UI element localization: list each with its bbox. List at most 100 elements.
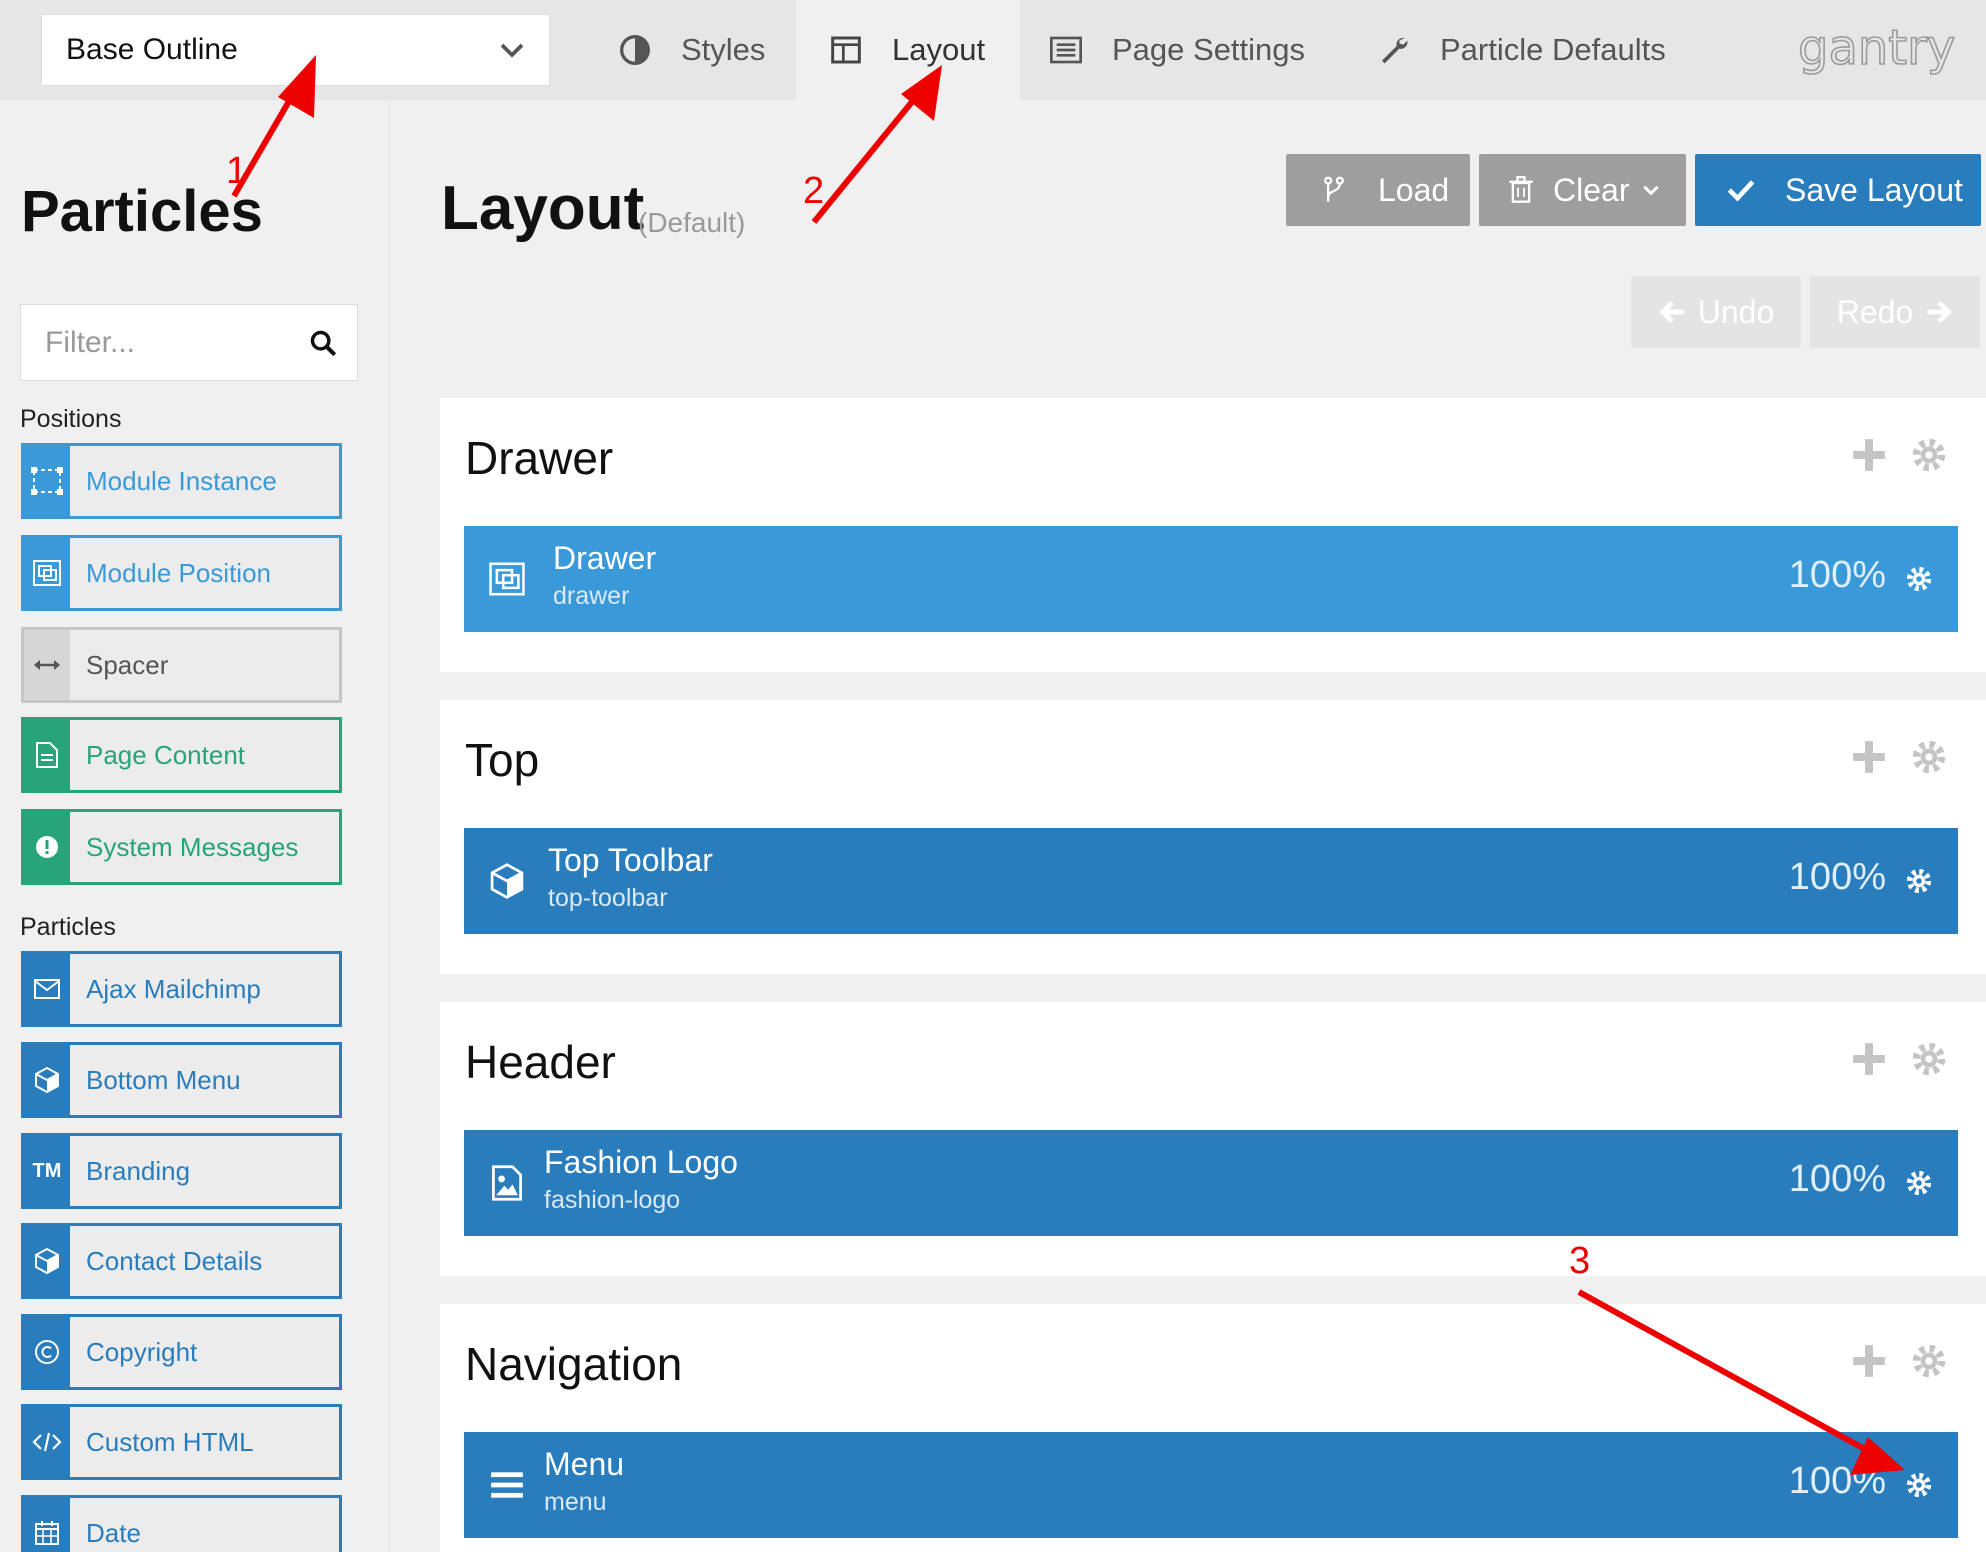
undo-button[interactable]: Undo <box>1631 276 1801 348</box>
gear-icon[interactable] <box>1909 737 1949 777</box>
add-icon[interactable] <box>1850 1342 1888 1380</box>
top-navigation-bar: Base Outline Styles Layout Page Settings… <box>0 0 1986 100</box>
branch-icon <box>1324 176 1344 202</box>
tab-styles[interactable]: Styles <box>610 0 796 100</box>
tab-particle-defaults-label: Particle Defaults <box>1440 32 1666 67</box>
image-icon <box>492 1165 522 1201</box>
filter-field[interactable] <box>20 304 358 381</box>
particle-copyright[interactable]: Copyright <box>21 1314 342 1390</box>
copyright-icon <box>24 1317 70 1387</box>
particle-row-top-toolbar[interactable]: Top Toolbar top-toolbar 100% <box>464 828 1958 934</box>
save-layout-label: Save Layout <box>1785 171 1963 208</box>
chevron-down-icon <box>1643 185 1660 196</box>
annotation-number-3: 3 <box>1569 1240 1591 1282</box>
particle-label: Date <box>86 1517 141 1548</box>
tab-layout-label: Layout <box>892 32 986 67</box>
page-subtitle: (Default) <box>638 207 746 238</box>
layout-columns-icon <box>831 36 861 64</box>
trademark-icon: TM <box>24 1136 70 1206</box>
particle-bottom-menu[interactable]: Bottom Menu <box>21 1042 342 1118</box>
page-title: Layout <box>441 174 645 243</box>
calendar-icon <box>24 1498 70 1552</box>
clear-label: Clear <box>1553 171 1630 208</box>
redo-button[interactable]: Redo <box>1810 276 1980 348</box>
document-icon <box>24 720 70 790</box>
particle-label: Ajax Mailchimp <box>86 973 261 1004</box>
add-icon[interactable] <box>1850 1040 1888 1078</box>
gear-icon[interactable] <box>1904 866 1934 896</box>
search-icon[interactable] <box>309 329 337 357</box>
position-system-messages[interactable]: System Messages <box>21 809 342 885</box>
clear-button[interactable]: Clear <box>1479 154 1686 226</box>
hamburger-icon <box>491 1472 523 1498</box>
checkmark-icon <box>1727 180 1755 202</box>
particle-width: 100% <box>1788 856 1886 898</box>
add-icon[interactable] <box>1850 436 1888 474</box>
particle-id: drawer <box>553 582 630 610</box>
section-top: Top Top Toolbar top-toolbar 100% <box>440 700 1986 974</box>
section-header: Header Fashion Logo fashion-logo 100% <box>440 1002 1986 1276</box>
gear-icon[interactable] <box>1909 1341 1949 1381</box>
load-label: Load <box>1378 171 1450 208</box>
particle-id: top-toolbar <box>548 884 668 912</box>
particle-row-drawer[interactable]: Drawer drawer 100% <box>464 526 1958 632</box>
arrow-right-icon <box>1927 301 1952 323</box>
particle-custom-html[interactable]: Custom HTML <box>21 1404 342 1480</box>
module-position-icon <box>24 538 70 608</box>
particle-name: Drawer <box>553 540 657 576</box>
position-page-content[interactable]: Page Content <box>21 717 342 793</box>
position-label: Module Instance <box>86 465 277 496</box>
particle-width: 100% <box>1788 1460 1886 1502</box>
position-label: Page Content <box>86 739 246 770</box>
tab-page-settings-label: Page Settings <box>1112 32 1306 67</box>
add-icon[interactable] <box>1850 738 1888 776</box>
tab-page-settings[interactable]: Page Settings <box>1050 0 1340 100</box>
outline-select[interactable]: Base Outline <box>41 14 550 86</box>
position-label: Spacer <box>86 649 169 680</box>
gear-icon[interactable] <box>1909 435 1949 475</box>
gear-icon[interactable] <box>1904 1470 1934 1500</box>
particle-id: fashion-logo <box>544 1186 681 1214</box>
particle-ajax-mailchimp[interactable]: Ajax Mailchimp <box>21 951 342 1027</box>
code-icon <box>24 1407 70 1477</box>
particle-label: Branding <box>86 1155 191 1186</box>
module-position-icon <box>489 562 525 596</box>
particle-row-fashion-logo[interactable]: Fashion Logo fashion-logo 100% <box>464 1130 1958 1236</box>
position-module-instance[interactable]: Module Instance <box>21 443 342 519</box>
filter-input[interactable] <box>45 325 309 360</box>
gear-icon[interactable] <box>1909 1039 1949 1079</box>
contrast-icon <box>620 35 650 65</box>
particles-sidebar: Particles Positions Module Instance Modu… <box>0 100 390 1552</box>
positions-label: Positions <box>20 405 122 433</box>
particle-row-menu[interactable]: Menu menu 100% <box>464 1432 1958 1538</box>
chevron-down-icon <box>500 43 524 58</box>
particle-width: 100% <box>1788 1158 1886 1200</box>
particle-date[interactable]: Date <box>21 1495 342 1552</box>
particle-branding[interactable]: TM Branding <box>21 1133 342 1209</box>
position-label: System Messages <box>86 831 299 862</box>
tab-styles-label: Styles <box>681 32 766 67</box>
position-module-position[interactable]: Module Position <box>21 535 342 611</box>
module-instance-icon <box>24 446 70 516</box>
undo-label: Undo <box>1697 293 1775 330</box>
outline-select-value: Base Outline <box>66 33 238 66</box>
load-button[interactable]: Load <box>1286 154 1470 226</box>
particle-label: Custom HTML <box>86 1426 254 1457</box>
cube-icon <box>490 863 524 899</box>
section-drawer: Drawer Drawer drawer 100% <box>440 398 1986 672</box>
particle-name: Menu <box>544 1446 625 1482</box>
redo-label: Redo <box>1836 293 1914 330</box>
gantry-logo: gantry <box>1797 19 1956 77</box>
particle-width: 100% <box>1788 554 1886 596</box>
position-spacer[interactable]: Spacer <box>21 627 342 703</box>
tab-layout[interactable]: Layout <box>796 0 1020 100</box>
tab-particle-defaults[interactable]: Particle Defaults <box>1378 0 1708 100</box>
particle-label: Copyright <box>86 1336 198 1367</box>
particle-contact-details[interactable]: Contact Details <box>21 1223 342 1299</box>
particle-label: Contact Details <box>86 1245 263 1276</box>
save-layout-button[interactable]: Save Layout <box>1695 154 1981 226</box>
particle-name: Fashion Logo <box>544 1144 738 1180</box>
envelope-icon <box>24 954 70 1024</box>
gear-icon[interactable] <box>1904 564 1934 594</box>
gear-icon[interactable] <box>1904 1168 1934 1198</box>
